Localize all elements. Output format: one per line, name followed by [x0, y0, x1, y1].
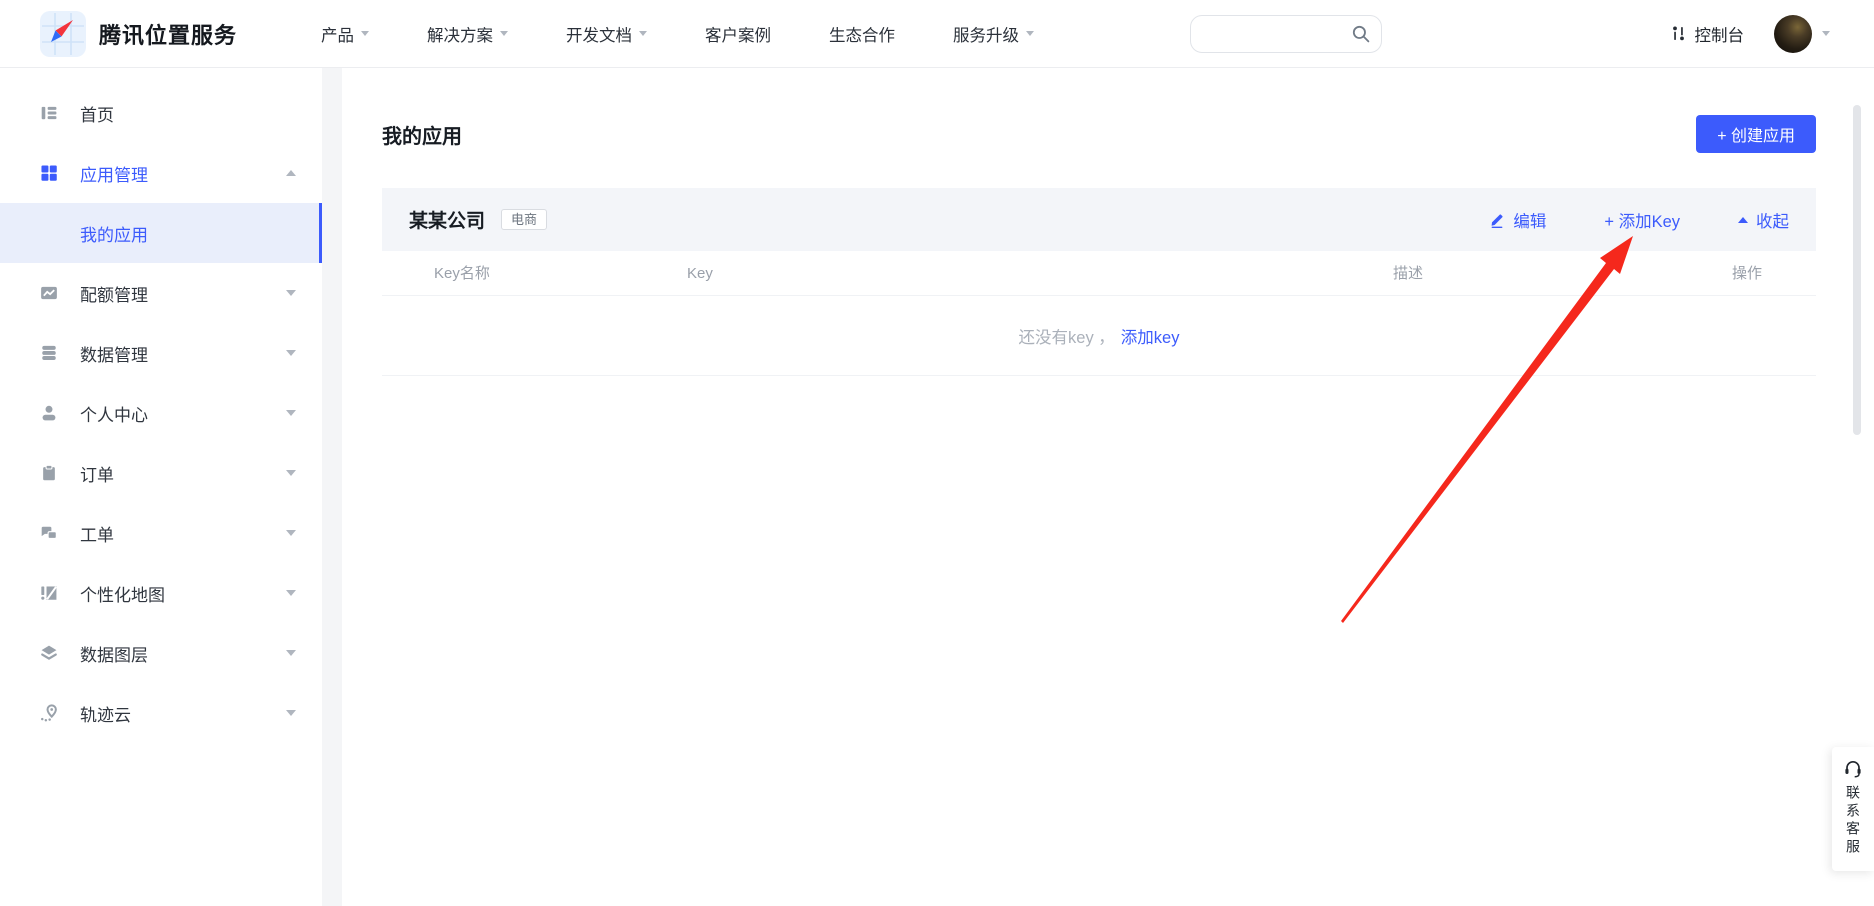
app-card-actions: 编辑 + 添加Key 收起: [1489, 208, 1789, 232]
nav-item-label: 解决方案: [427, 22, 493, 46]
sidebar-item-personal-center[interactable]: 个人中心: [0, 383, 322, 443]
sidebar-item-label: 个人中心: [80, 401, 148, 426]
table-header-2: 描述: [1393, 251, 1423, 296]
chevron-down-icon: [286, 410, 296, 416]
nav-item-label: 开发文档: [566, 22, 632, 46]
nav-products[interactable]: 产品: [321, 22, 369, 46]
tencent-location-console-page: 腾讯位置服务 产品 解决方案 开发文档 客户案例 生态合作 服务升级 控制台: [0, 0, 1874, 906]
sidebar-item-label: 应用管理: [80, 161, 148, 186]
key-table-empty-row: 还没有key ， 添加key: [382, 296, 1816, 376]
chevron-down-icon: [1026, 31, 1034, 36]
sidebar-item-my-apps[interactable]: 我的应用: [0, 203, 322, 263]
app-name: 某某公司: [409, 206, 485, 233]
add-key-link[interactable]: + 添加Key: [1604, 208, 1680, 232]
chevron-down-icon: [286, 290, 296, 296]
sidebar-item-label: 数据管理: [80, 341, 148, 366]
sidebar-item-data-layers[interactable]: 数据图层: [0, 623, 322, 683]
sidebar-item-label: 数据图层: [80, 641, 148, 666]
layers-icon: [40, 644, 58, 662]
app-card-header: 某某公司 电商 编辑 + 添加Key: [382, 188, 1816, 251]
chevron-up-icon: [286, 170, 296, 176]
chevron-up-icon: [1738, 217, 1748, 223]
table-header-0: Key名称: [434, 251, 490, 296]
nav-item-label: 客户案例: [705, 22, 771, 46]
sidebar-item-app-management[interactable]: 应用管理: [0, 143, 322, 203]
nav-item-label: 生态合作: [829, 22, 895, 46]
sidebar-item-label: 个性化地图: [80, 581, 165, 606]
sidebar-item-label: 工单: [80, 521, 114, 546]
collapse-card-link[interactable]: 收起: [1738, 208, 1789, 232]
create-app-button[interactable]: + 创建应用: [1696, 115, 1816, 153]
sidebar-item-quota[interactable]: 配额管理: [0, 263, 322, 323]
clipboard-icon: [40, 464, 58, 482]
brand-logo-icon[interactable]: [40, 11, 86, 57]
grid-icon: [40, 164, 58, 182]
main-content: 我的应用 + 创建应用 某某公司 电商 编辑: [342, 68, 1874, 906]
database-icon: [40, 344, 58, 362]
nav-ecosystem[interactable]: 生态合作: [829, 22, 895, 46]
list-icon: [40, 104, 58, 122]
chart-icon: [40, 284, 58, 302]
sidebar-item-label: 轨迹云: [80, 701, 131, 726]
chevron-down-icon: [286, 710, 296, 716]
sidebar-item-tickets[interactable]: 工单: [0, 503, 322, 563]
key-table-header: Key名称 Key 描述 操作: [382, 251, 1816, 296]
page-title: 我的应用: [382, 120, 462, 149]
sidebar: 首页应用管理我的应用配额管理数据管理个人中心订单工单个性化地图数据图层轨迹云: [0, 68, 322, 906]
chevron-down-icon: [286, 530, 296, 536]
sidebar-item-home[interactable]: 首页: [0, 83, 322, 143]
brand-title: 腾讯位置服务: [99, 18, 237, 50]
nav-docs[interactable]: 开发文档: [566, 22, 647, 46]
user-menu[interactable]: [1774, 15, 1830, 53]
sidebar-item-orders[interactable]: 订单: [0, 443, 322, 503]
add-key-inline-link[interactable]: 添加key: [1121, 324, 1180, 348]
sidebar-item-label: 订单: [80, 461, 114, 486]
console-label: 控制台: [1695, 22, 1745, 46]
search-box: [1190, 15, 1382, 53]
sidebar-item-label: 配额管理: [80, 281, 148, 306]
sidebar-subitem-label: 我的应用: [80, 221, 148, 246]
top-navigation: 产品 解决方案 开发文档 客户案例 生态合作 服务升级: [321, 22, 1034, 46]
map-icon: [40, 584, 58, 602]
chevron-down-icon: [286, 590, 296, 596]
sidebar-item-custom-map[interactable]: 个性化地图: [0, 563, 322, 623]
pin-icon: [40, 704, 58, 722]
nav-item-label: 产品: [321, 22, 354, 46]
nav-item-label: 服务升级: [953, 22, 1019, 46]
sidebar-item-label: 首页: [80, 101, 114, 126]
console-link[interactable]: 控制台: [1670, 22, 1745, 46]
chevron-down-icon: [1822, 31, 1830, 36]
empty-state-text: 还没有key ，: [1019, 324, 1115, 348]
headset-icon: [1843, 758, 1863, 778]
contact-support-button[interactable]: 联系客服: [1832, 747, 1874, 871]
app-tag-badge: 电商: [501, 209, 547, 230]
table-header-1: Key: [687, 251, 713, 296]
contact-support-label: 联系客服: [1843, 785, 1863, 857]
chevron-down-icon: [286, 470, 296, 476]
topbar: 腾讯位置服务 产品 解决方案 开发文档 客户案例 生态合作 服务升级 控制台: [0, 0, 1874, 68]
search-icon[interactable]: [1351, 24, 1371, 44]
nav-solutions[interactable]: 解决方案: [427, 22, 508, 46]
nav-cases[interactable]: 客户案例: [705, 22, 771, 46]
sidebar-item-track-cloud[interactable]: 轨迹云: [0, 683, 322, 743]
nav-upgrade[interactable]: 服务升级: [953, 22, 1034, 46]
chevron-down-icon: [286, 650, 296, 656]
user-icon: [40, 404, 58, 422]
page-scrollbar[interactable]: [1853, 105, 1861, 435]
avatar[interactable]: [1774, 15, 1812, 53]
sliders-icon: [1670, 25, 1687, 42]
chevron-down-icon: [361, 31, 369, 36]
chevron-down-icon: [500, 31, 508, 36]
table-header-3: 操作: [1732, 251, 1762, 296]
chevron-down-icon: [286, 350, 296, 356]
chat-icon: [40, 524, 58, 542]
sidebar-item-data-management[interactable]: 数据管理: [0, 323, 322, 383]
chevron-down-icon: [639, 31, 647, 36]
pencil-icon: [1489, 212, 1505, 228]
app-card: 某某公司 电商 编辑 + 添加Key: [382, 188, 1816, 376]
sidebar-gutter: [322, 68, 342, 906]
edit-app-link[interactable]: 编辑: [1489, 208, 1546, 232]
